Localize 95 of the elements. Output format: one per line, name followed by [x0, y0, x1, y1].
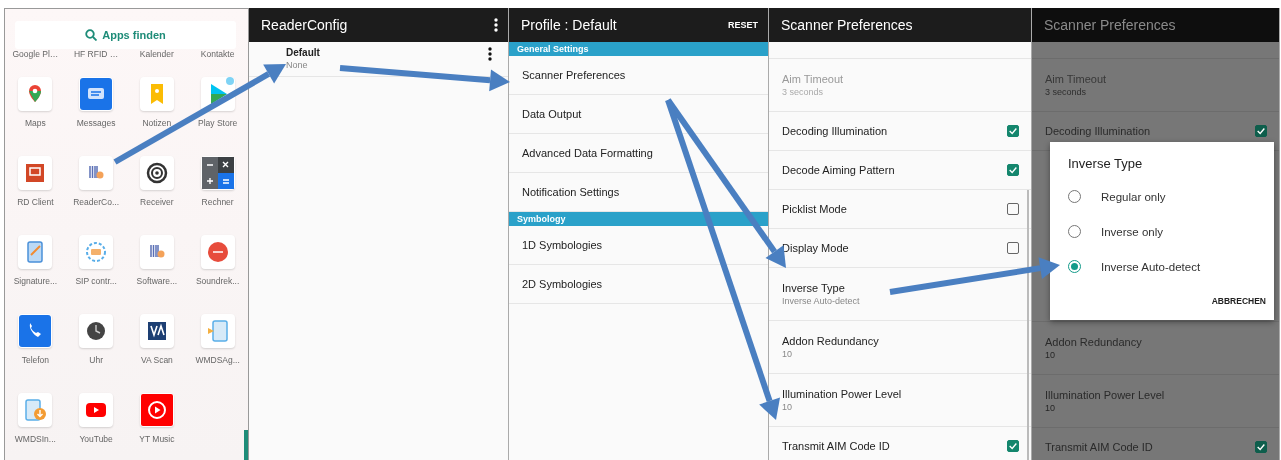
- download-icon[interactable]: [18, 393, 53, 427]
- preference-title[interactable]: Decoding Illumination: [1045, 125, 1151, 137]
- option-label[interactable]: Inverse only: [1101, 225, 1163, 238]
- checkbox[interactable]: [1007, 440, 1019, 452]
- profile-summary: None: [286, 60, 309, 70]
- app-search-bar[interactable]: Apps finden: [15, 21, 236, 49]
- map-pin-icon[interactable]: [18, 77, 53, 111]
- app-label[interactable]: Uhr: [89, 355, 103, 365]
- barcode-icon[interactable]: [79, 156, 114, 190]
- signature-pad-icon[interactable]: [18, 235, 53, 269]
- scanner-logo-icon[interactable]: [139, 314, 174, 348]
- screen-title: Profile : Default: [521, 17, 617, 33]
- cancel-button[interactable]: ABBRECHEN: [1209, 292, 1268, 310]
- profile-name[interactable]: Default: [286, 47, 320, 58]
- more-options-icon[interactable]: [488, 47, 492, 61]
- phone-icon[interactable]: [18, 314, 53, 348]
- preference-title[interactable]: Inverse Type: [782, 282, 860, 294]
- app-label[interactable]: ReaderCo...: [73, 197, 120, 207]
- app-label[interactable]: Telefon: [21, 355, 50, 365]
- barcode-icon[interactable]: [139, 235, 174, 269]
- checkbox[interactable]: [1007, 203, 1019, 215]
- preference-title[interactable]: Transmit AIM Code ID: [1045, 441, 1153, 453]
- reset-button[interactable]: RESET: [728, 20, 758, 30]
- spiral-icon[interactable]: [139, 156, 174, 190]
- remote-desktop-icon[interactable]: [18, 156, 53, 190]
- app-label[interactable]: Signature...: [13, 276, 58, 286]
- settings-item[interactable]: Data Output: [509, 95, 768, 134]
- check-icon: [1008, 125, 1018, 137]
- checkbox[interactable]: [1007, 164, 1019, 176]
- checkbox[interactable]: [1255, 441, 1267, 453]
- app-label[interactable]: SIP contr...: [75, 276, 117, 286]
- settings-item[interactable]: 1D Symbologies: [509, 226, 768, 265]
- screen-title: Scanner Preferences: [781, 17, 913, 33]
- checkbox[interactable]: [1255, 125, 1267, 137]
- clock-icon[interactable]: [79, 314, 114, 348]
- preference-title[interactable]: Transmit AIM Code ID: [782, 440, 890, 452]
- preference-summary: 3 seconds: [1045, 87, 1088, 97]
- app-label[interactable]: Soundrek...: [195, 276, 240, 286]
- preference-summary: Inverse Auto-detect: [782, 296, 860, 306]
- app-label[interactable]: Software...: [136, 276, 178, 286]
- play-button-icon[interactable]: [79, 393, 114, 427]
- preference-title[interactable]: Decode Aiming Pattern: [782, 164, 895, 176]
- app-label[interactable]: YT Music: [139, 434, 175, 444]
- settings-item[interactable]: 2D Symbologies: [509, 265, 768, 304]
- preference-summary: 3 seconds: [782, 87, 825, 97]
- app-label[interactable]: WMDSAg...: [195, 355, 240, 365]
- app-label[interactable]: Maps: [24, 118, 46, 128]
- option-label[interactable]: Regular only: [1101, 190, 1166, 203]
- sound-icon[interactable]: [200, 235, 235, 269]
- check-icon: [1256, 125, 1266, 137]
- preference-title[interactable]: Addon Redundancy: [1045, 336, 1142, 348]
- app-label[interactable]: Notizen: [142, 118, 172, 128]
- check-icon: [1008, 164, 1018, 176]
- app-label[interactable]: WMDSIn...: [14, 434, 56, 444]
- preference-summary: 10: [782, 349, 793, 359]
- preference-summary: 10: [1045, 403, 1056, 413]
- preference-title[interactable]: Display Mode: [782, 242, 849, 254]
- app-label[interactable]: Play Store: [198, 118, 238, 128]
- sip-icon[interactable]: [79, 235, 114, 269]
- app-label: Kalender: [138, 49, 175, 61]
- settings-item[interactable]: Scanner Preferences: [509, 56, 768, 95]
- check-icon: [1008, 440, 1018, 452]
- app-label: HF RFID …: [72, 49, 120, 61]
- screen-title: Scanner Preferences: [1044, 17, 1176, 33]
- app-label[interactable]: Receiver: [140, 197, 174, 207]
- preference-title[interactable]: Addon Redundancy: [782, 335, 879, 347]
- section-header: General Settings: [509, 42, 768, 56]
- preference-title[interactable]: Illumination Power Level: [782, 388, 902, 400]
- checkbox[interactable]: [1007, 242, 1019, 254]
- settings-item[interactable]: Advanced Data Formatting: [509, 134, 768, 173]
- screen-title: ReaderConfig: [261, 17, 348, 33]
- search-label: Apps finden: [102, 29, 166, 41]
- app-label[interactable]: VA Scan: [140, 355, 173, 365]
- search-icon: [85, 29, 98, 41]
- app-label[interactable]: RD Client: [17, 197, 54, 207]
- app-label: Kontakte: [199, 49, 236, 61]
- section-header: Symbology: [509, 212, 768, 226]
- preference-title[interactable]: Picklist Mode: [782, 203, 847, 215]
- app-label[interactable]: YouTube: [79, 434, 113, 444]
- app-label[interactable]: Messages: [76, 118, 116, 128]
- preference-title[interactable]: Decoding Illumination: [782, 125, 888, 137]
- play-circle-icon[interactable]: [139, 393, 174, 427]
- chat-bubble-icon[interactable]: [79, 77, 114, 111]
- preference-summary: 10: [1045, 350, 1056, 360]
- option-label[interactable]: Inverse Auto-detect: [1101, 260, 1201, 273]
- check-icon: [1256, 441, 1266, 453]
- preference-title[interactable]: Illumination Power Level: [1045, 389, 1165, 401]
- checkbox[interactable]: [1007, 125, 1019, 137]
- preference-summary: 10: [782, 402, 793, 412]
- dialog-title: Inverse Type: [1068, 156, 1143, 171]
- more-options-icon[interactable]: [494, 18, 498, 32]
- app-label: Google Pl…: [11, 49, 60, 61]
- scrollbar-thumb: [244, 430, 248, 460]
- app-label[interactable]: Rechner: [201, 197, 234, 207]
- calculator-icon[interactable]: [200, 156, 235, 190]
